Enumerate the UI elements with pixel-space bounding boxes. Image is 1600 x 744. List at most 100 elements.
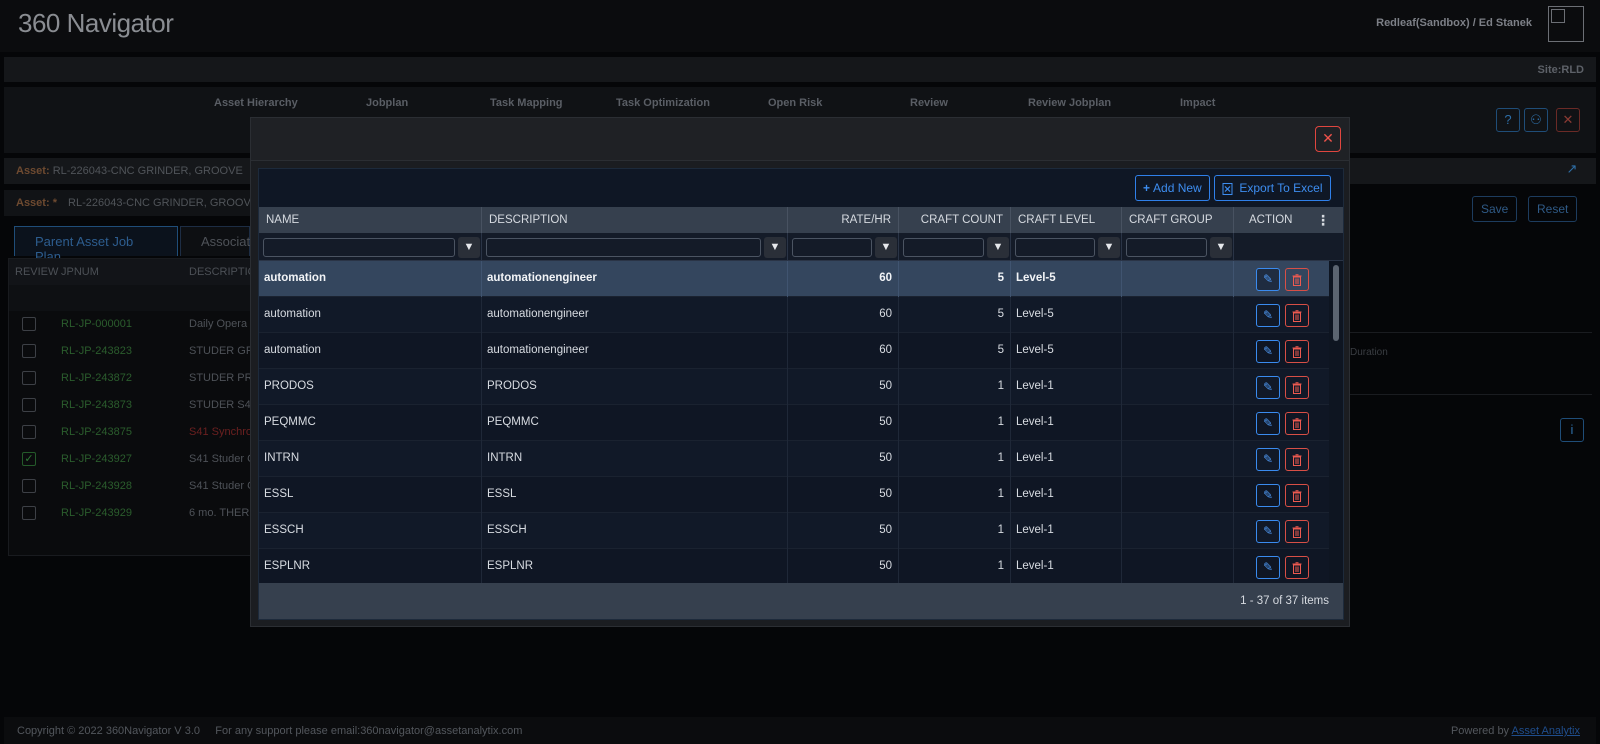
col-craft-level[interactable]: CRAFT LEVEL (1011, 207, 1122, 233)
grid-scrollbar[interactable] (1329, 261, 1343, 583)
table-row[interactable]: automation automationengineer 60 5 Level-5 ✎ (259, 333, 1329, 369)
modal-close-button[interactable]: ✕ (1315, 126, 1341, 152)
jpnum-link[interactable]: RL-JP-243929 (61, 507, 132, 519)
col-jpnum: JPNUM (61, 266, 99, 278)
review-checkbox[interactable]: ✓ (22, 452, 36, 466)
edit-button[interactable]: ✎ (1256, 412, 1280, 435)
filter-icon[interactable]: ▼ (764, 237, 786, 258)
delete-button[interactable] (1285, 340, 1309, 363)
edit-button[interactable]: ✎ (1256, 376, 1280, 399)
tab-parent-asset-job-plan[interactable]: Parent Asset Job Plan (14, 226, 178, 264)
top-header: 360 Navigator Redleaf(Sandbox) / Ed Stan… (0, 0, 1600, 52)
edit-button[interactable]: ✎ (1256, 448, 1280, 471)
filter-icon[interactable]: ▼ (875, 237, 897, 258)
reset-button[interactable]: Reset (1528, 196, 1578, 222)
cell-description: PRODOS (482, 369, 788, 405)
table-row[interactable]: automation automationengineer 60 5 Level-5 ✎ (259, 261, 1329, 297)
save-button[interactable]: Save (1472, 196, 1518, 222)
step-open-risk[interactable]: Open Risk (768, 97, 822, 109)
step-impact[interactable]: Impact (1180, 97, 1215, 109)
column-menu-icon[interactable]: ⋮ (1316, 212, 1330, 229)
cell-craft-count: 5 (899, 297, 1011, 333)
filter-craft-group-input[interactable] (1126, 238, 1207, 257)
scrollbar-thumb[interactable] (1333, 265, 1339, 341)
powered-by-text: Powered by (1450, 725, 1510, 737)
trash-icon (1292, 452, 1302, 466)
jpnum-link[interactable]: RL-JP-243823 (61, 345, 132, 357)
table-row[interactable]: ESSCH ESSCH 50 1 Level-1 ✎ (259, 513, 1329, 549)
review-checkbox[interactable] (22, 506, 36, 520)
filter-craft-level-input[interactable] (1015, 238, 1095, 257)
delete-button[interactable] (1285, 376, 1309, 399)
tab-associated[interactable]: Associat (180, 226, 250, 256)
filter-craft-count-input[interactable] (903, 238, 984, 257)
review-checkbox[interactable] (22, 317, 36, 331)
pencil-icon: ✎ (1262, 344, 1274, 358)
col-rate[interactable]: RATE/HR (788, 207, 899, 233)
edit-button[interactable]: ✎ (1256, 268, 1280, 291)
delete-button[interactable] (1285, 520, 1309, 543)
asset-field-value[interactable]: RL-226043-CNC GRINDER, GROOVE (68, 197, 258, 209)
jpnum-link[interactable]: RL-JP-243927 (61, 453, 132, 465)
jpnum-link[interactable]: RL-JP-243872 (61, 372, 132, 384)
col-name[interactable]: NAME (259, 207, 482, 233)
filter-name-input[interactable] (263, 238, 455, 257)
col-craft-count[interactable]: CRAFT COUNT (899, 207, 1011, 233)
step-review-jobplan[interactable]: Review Jobplan (1028, 97, 1111, 109)
network-icon[interactable]: ⚇ (1524, 108, 1548, 132)
delete-button[interactable] (1285, 556, 1309, 579)
step-task-mapping[interactable]: Task Mapping (490, 97, 563, 109)
col-craft-group[interactable]: CRAFT GROUP (1122, 207, 1234, 233)
export-excel-button[interactable]: Export To Excel (1214, 175, 1331, 201)
review-checkbox[interactable] (22, 371, 36, 385)
jpnum-link[interactable]: RL-JP-243873 (61, 399, 132, 411)
cell-craft-group (1122, 261, 1234, 297)
filter-description-input[interactable] (486, 238, 761, 257)
table-row[interactable]: INTRN INTRN 50 1 Level-1 ✎ (259, 441, 1329, 477)
user-avatar[interactable] (1548, 6, 1584, 42)
cell-craft-level: Level-1 (1011, 513, 1122, 549)
edit-button[interactable]: ✎ (1256, 304, 1280, 327)
info-icon[interactable]: i (1560, 418, 1584, 442)
edit-button[interactable]: ✎ (1256, 556, 1280, 579)
powered-by-link[interactable]: Asset Analytix (1512, 725, 1580, 737)
table-row[interactable]: PRODOS PRODOS 50 1 Level-1 ✎ (259, 369, 1329, 405)
delete-button[interactable] (1285, 268, 1309, 291)
col-action-label: ACTION (1249, 214, 1293, 226)
review-checkbox[interactable] (22, 398, 36, 412)
step-review[interactable]: Review (910, 97, 948, 109)
review-checkbox[interactable] (22, 479, 36, 493)
jpnum-link[interactable]: RL-JP-243875 (61, 426, 132, 438)
review-checkbox[interactable] (22, 344, 36, 358)
review-checkbox[interactable] (22, 425, 36, 439)
delete-button[interactable] (1285, 448, 1309, 471)
step-task-optimization[interactable]: Task Optimization (616, 97, 710, 109)
edit-button[interactable]: ✎ (1256, 340, 1280, 363)
filter-rate-input[interactable] (792, 238, 872, 257)
help-icon[interactable]: ? (1496, 108, 1520, 132)
table-row[interactable]: automation automationengineer 60 5 Level-5 ✎ (259, 297, 1329, 333)
filter-icon[interactable]: ▼ (1098, 237, 1120, 258)
table-row[interactable]: ESPLNR ESPLNR 50 1 Level-1 ✎ (259, 549, 1329, 583)
filter-icon[interactable]: ▼ (987, 237, 1009, 258)
add-new-button[interactable]: + Add New (1135, 175, 1210, 201)
edit-button[interactable]: ✎ (1256, 484, 1280, 507)
cell-craft-level: Level-1 (1011, 405, 1122, 441)
filter-icon[interactable]: ▼ (1210, 237, 1232, 258)
delete-button[interactable] (1285, 412, 1309, 435)
jpnum-link[interactable]: RL-JP-000001 (61, 318, 132, 330)
step-asset-hierarchy[interactable]: Asset Hierarchy (214, 97, 298, 109)
delete-button[interactable] (1285, 484, 1309, 507)
step-jobplan[interactable]: Jobplan (366, 97, 408, 109)
filter-icon[interactable]: ▼ (458, 237, 480, 258)
delete-button[interactable] (1285, 304, 1309, 327)
pencil-icon: ✎ (1262, 560, 1274, 574)
table-row[interactable]: ESSL ESSL 50 1 Level-1 ✎ (259, 477, 1329, 513)
jpnum-link[interactable]: RL-JP-243928 (61, 480, 132, 492)
open-external-icon[interactable]: ↗ (1560, 158, 1584, 182)
edit-button[interactable]: ✎ (1256, 520, 1280, 543)
close-page-icon[interactable]: ✕ (1556, 108, 1580, 132)
cell-craft-count: 1 (899, 477, 1011, 513)
table-row[interactable]: PEQMMC PEQMMC 50 1 Level-1 ✎ (259, 405, 1329, 441)
col-description[interactable]: DESCRIPTION (482, 207, 788, 233)
